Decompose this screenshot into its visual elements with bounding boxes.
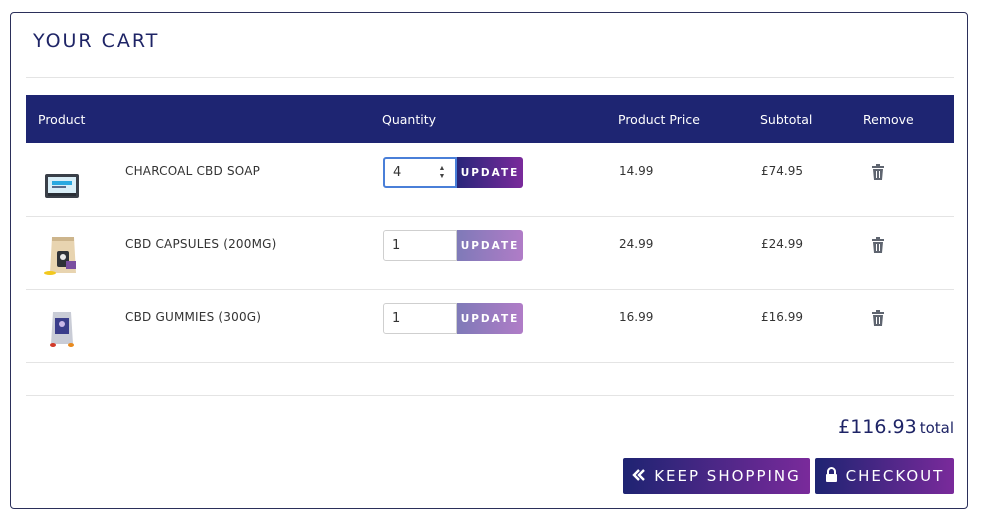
quantity-input[interactable] [383,230,457,261]
total-amount: £116.93 [838,416,917,438]
cart-row: CBD GUMMIES (300G) UPDATE 16.99 £16.99 [26,290,954,363]
product-price: 24.99 [619,237,654,251]
double-chevron-left-icon [632,467,646,485]
column-header-quantity: Quantity [382,112,437,127]
quantity-spinner-icon[interactable]: ▲ ▼ [437,165,447,181]
column-header-product: Product [38,112,86,127]
summary-divider [26,395,954,396]
quantity-control: UPDATE [383,303,523,334]
update-button[interactable]: UPDATE [457,230,523,261]
keep-shopping-button[interactable]: KEEP SHOPPING [623,458,810,494]
update-button[interactable]: UPDATE [457,157,523,188]
product-subtotal: £24.99 [761,237,803,251]
quantity-input[interactable] [383,303,457,334]
trash-icon[interactable] [871,164,885,180]
product-price: 16.99 [619,310,654,324]
cart-row: CHARCOAL CBD SOAP ▲▼ UPDATE 14.99 £74.95 [26,144,954,217]
cart-title: YOUR CART [33,30,160,52]
product-price: 14.99 [619,164,654,178]
soap-box-icon [45,174,79,198]
checkout-button[interactable]: CHECKOUT [815,458,954,494]
gummies-pouch-icon [50,312,74,347]
checkout-label: CHECKOUT [845,467,945,485]
cart-row: CBD CAPSULES (200MG) UPDATE 24.99 £24.99 [26,217,954,290]
trash-icon[interactable] [871,310,885,326]
lock-icon [825,466,838,486]
product-subtotal: £16.99 [761,310,803,324]
product-name: CHARCOAL CBD SOAP [125,164,261,178]
cart-total: £116.93 total [838,416,954,438]
product-name: CBD CAPSULES (200MG) [125,237,277,251]
column-header-subtotal: Subtotal [760,112,813,127]
cart-table-header: Product Quantity Product Price Subtotal … [26,95,954,143]
update-button[interactable]: UPDATE [457,303,523,334]
quantity-control: ▲▼ UPDATE [383,157,523,188]
product-name: CBD GUMMIES (300G) [125,310,262,324]
title-divider [26,77,954,78]
product-subtotal: £74.95 [761,164,803,178]
total-label: total [919,419,954,437]
column-header-remove: Remove [863,112,914,127]
trash-icon[interactable] [871,237,885,253]
capsule-pouch-icon [44,237,76,275]
column-header-price: Product Price [618,112,700,127]
keep-shopping-label: KEEP SHOPPING [654,467,801,485]
quantity-control: UPDATE [383,230,523,261]
